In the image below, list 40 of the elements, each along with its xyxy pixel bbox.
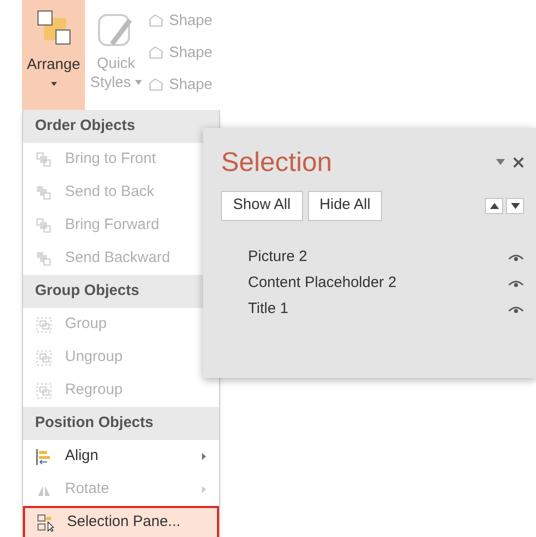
shape-icon	[147, 77, 165, 93]
shape-icon	[147, 13, 165, 29]
menu-section-header: Position Objects	[23, 407, 219, 440]
close-icon[interactable]	[513, 156, 524, 168]
move-down-button[interactable]	[506, 198, 524, 214]
group-icon	[35, 316, 53, 334]
up-arrow-icon	[490, 202, 498, 208]
pane-title: Selection	[221, 146, 332, 179]
layers-icon	[35, 150, 53, 168]
align-icon	[35, 448, 53, 466]
shape-icon	[147, 45, 165, 61]
eye-icon[interactable]	[508, 305, 524, 314]
menu-section-header: Order Objects	[23, 110, 219, 143]
layers-icon	[35, 184, 53, 202]
caret-icon	[134, 80, 142, 85]
shape-button[interactable]: Shape	[147, 8, 212, 34]
submenu-arrow-icon	[201, 452, 207, 461]
pane-button[interactable]: Hide All	[308, 190, 382, 220]
selection-pane-icon	[37, 514, 55, 532]
eye-icon[interactable]	[508, 279, 524, 288]
down-arrow-icon	[510, 202, 520, 208]
shape-button[interactable]: Shape	[147, 72, 212, 98]
layers-icon	[35, 216, 53, 234]
arrange-button[interactable]: Arrange	[22, 0, 85, 110]
submenu-arrow-icon	[201, 485, 207, 494]
pane-button[interactable]: Show All	[221, 190, 303, 220]
group-icon	[35, 382, 53, 400]
move-up-button[interactable]	[485, 198, 503, 214]
object-name[interactable]: Content Placeholder 2	[248, 272, 396, 295]
menu-item[interactable]: Selection Pane...	[23, 506, 219, 537]
quick-styles-button[interactable]: Quick Styles	[85, 0, 147, 110]
menu-item[interactable]: Align	[23, 440, 219, 473]
layers-icon	[35, 250, 53, 268]
object-name[interactable]: Title 1	[248, 298, 288, 321]
group-icon	[35, 348, 53, 366]
eye-icon[interactable]	[508, 253, 524, 262]
dropdown-icon[interactable]	[496, 159, 505, 166]
caret-icon	[50, 80, 58, 86]
shape-button[interactable]: Shape	[147, 40, 212, 66]
object-name[interactable]: Picture 2	[248, 246, 308, 269]
